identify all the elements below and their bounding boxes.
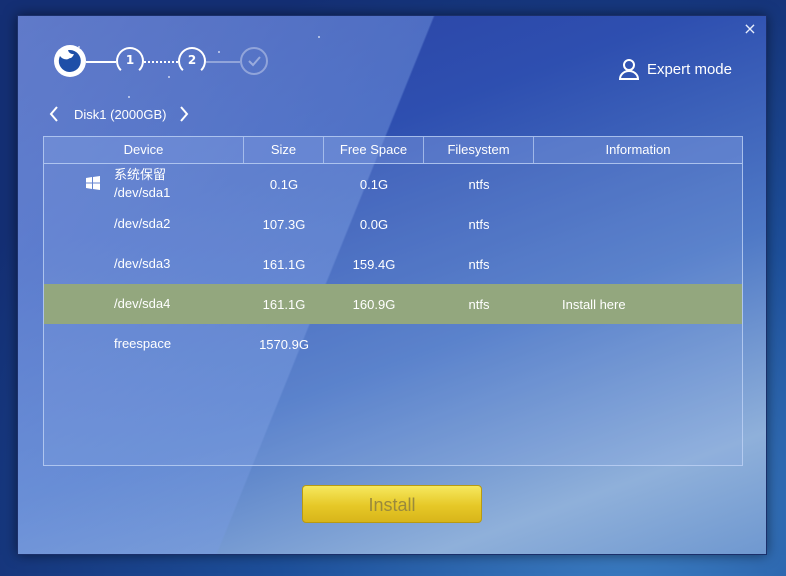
stepper-line-1	[86, 61, 116, 63]
step-3-check-icon	[240, 47, 268, 75]
device-sublabel: 系统保留	[114, 167, 167, 182]
filesystem-cell: ntfs	[468, 256, 490, 272]
column-header-information: Information	[605, 142, 671, 157]
free-space-cell: 159.4G	[352, 256, 396, 272]
windows-icon	[86, 176, 100, 190]
step-2: 2	[178, 47, 206, 75]
device-cell: /dev/sda2	[114, 216, 171, 231]
expert-mode-button[interactable]: Expert mode	[618, 56, 732, 82]
step-2-label: 2	[187, 53, 197, 67]
column-header-filesystem: Filesystem	[424, 137, 534, 163]
free-space-cell: 0.1G	[359, 176, 389, 192]
device-cell: /dev/sda3	[114, 256, 171, 271]
table-row-selected[interactable]: /dev/sda4 161.1G 160.9G ntfs Install her…	[44, 284, 742, 324]
column-header-device: Device	[44, 137, 244, 163]
chevron-right-icon[interactable]	[176, 104, 192, 124]
size-cell: 161.1G	[262, 256, 306, 272]
filesystem-cell: ntfs	[468, 216, 490, 232]
disk-navigator: Disk1 (2000GB)	[46, 104, 192, 124]
size-cell: 107.3G	[262, 216, 306, 232]
table-row[interactable]: /dev/sda3 161.1G 159.4G ntfs	[44, 244, 742, 284]
partition-table: Device Size Free Space Filesystem Inform…	[43, 136, 743, 466]
column-header-size: Size	[244, 137, 324, 163]
free-space-cell: 160.9G	[352, 296, 396, 312]
table-row[interactable]: /dev/sda2 107.3G 0.0G ntfs	[44, 204, 742, 244]
device-cell: /dev/sda4	[114, 296, 171, 311]
chevron-left-icon[interactable]	[46, 104, 62, 124]
device-cell: 系统保留 /dev/sda1	[44, 166, 244, 202]
stepper-line-2	[144, 61, 178, 63]
size-cell: 161.1G	[262, 296, 306, 312]
free-space-cell: 0.0G	[359, 216, 389, 232]
step-1-label: 1	[125, 53, 135, 67]
close-button[interactable]: ×	[742, 20, 758, 38]
step-1: 1	[116, 47, 144, 75]
column-header-free-space: Free Space	[324, 137, 424, 163]
disk-label: Disk1 (2000GB)	[74, 106, 167, 122]
user-icon	[618, 59, 639, 80]
device-cell: freespace	[114, 336, 172, 351]
device-name: /dev/sda1	[114, 185, 171, 200]
information-cell: Install here	[562, 296, 626, 312]
table-row[interactable]: freespace 1570.9G	[44, 324, 742, 364]
progress-stepper: 1 2	[54, 45, 274, 79]
table-header: Device Size Free Space Filesystem Inform…	[44, 137, 742, 164]
expert-mode-label: Expert mode	[646, 60, 732, 78]
install-button[interactable]: Install	[302, 485, 482, 523]
filesystem-cell: ntfs	[468, 176, 490, 192]
stepper-line-3	[206, 61, 240, 63]
table-row[interactable]: 系统保留 /dev/sda1 0.1G 0.1G ntfs	[44, 164, 742, 204]
size-cell: 1570.9G	[259, 336, 309, 352]
filesystem-cell: ntfs	[468, 296, 490, 312]
app-logo-icon	[54, 45, 86, 77]
installer-window: × 1 2 Expert mode Disk1 (2000GB) Device …	[17, 15, 767, 555]
size-cell: 0.1G	[269, 176, 299, 192]
